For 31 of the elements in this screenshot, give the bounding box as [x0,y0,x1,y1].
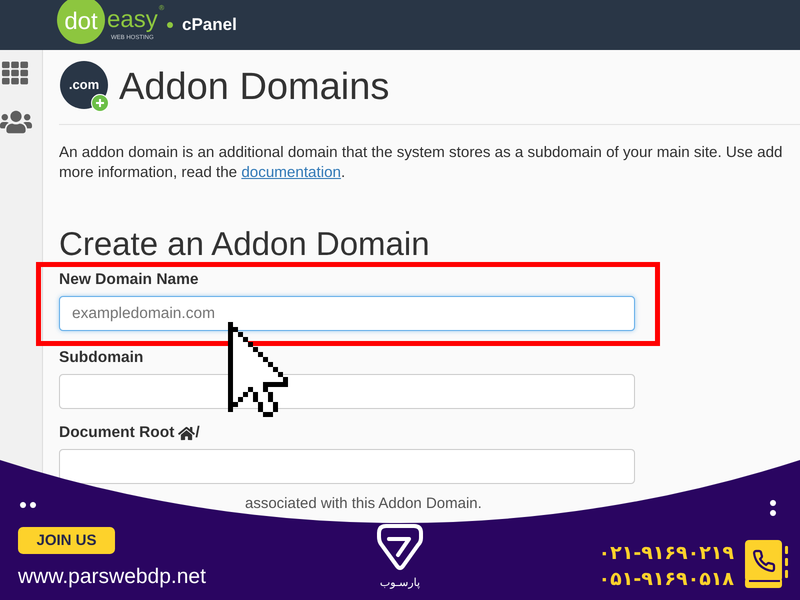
description-text: An addon domain is an additional domain that the system stores as a subdomain of your main site. Use add more information, read the documentation. [59,143,783,183]
logo-text: پارسـوب [380,576,420,590]
phone-number: ۰۲۱-۹۱۶۹۰۲۱۹ [598,541,734,566]
logo-text: dot [64,8,98,36]
help-text: associated with this Addon Domain. [245,496,482,512]
dots-icon [20,502,36,508]
cursor-icon [228,322,288,417]
page-title: Addon Domains [119,65,390,110]
phone-number: ۰۵۱-۹۱۶۹۰۵۱۸ [598,567,734,592]
section-title: Create an Addon Domain [59,226,430,262]
dot-separator-icon [167,22,173,28]
path-slash-text: / [195,423,200,443]
product-name: cPanel [182,14,237,36]
apps-grid-icon[interactable] [0,60,30,86]
logo-text: easy [107,6,158,34]
field-label: New Domain Name [59,270,199,290]
input-field[interactable] [59,374,635,409]
dots-icon [770,500,776,516]
input-field[interactable]: exampledomain.com [59,296,635,331]
home-icon [178,426,196,440]
phone-book-icon [744,540,790,588]
logo-icon [376,522,424,572]
field-label: Subdomain [59,348,144,368]
field-label: Document Root [59,423,174,443]
domain-badge: .com [60,61,108,109]
input-field[interactable] [59,449,635,484]
documentation-link[interactable]: documentation [241,164,341,181]
join-us-button[interactable]: JOIN US [18,527,115,554]
website-url: www.parswebdp.net [18,564,206,590]
plus-icon [91,94,109,112]
users-icon[interactable] [0,108,32,136]
